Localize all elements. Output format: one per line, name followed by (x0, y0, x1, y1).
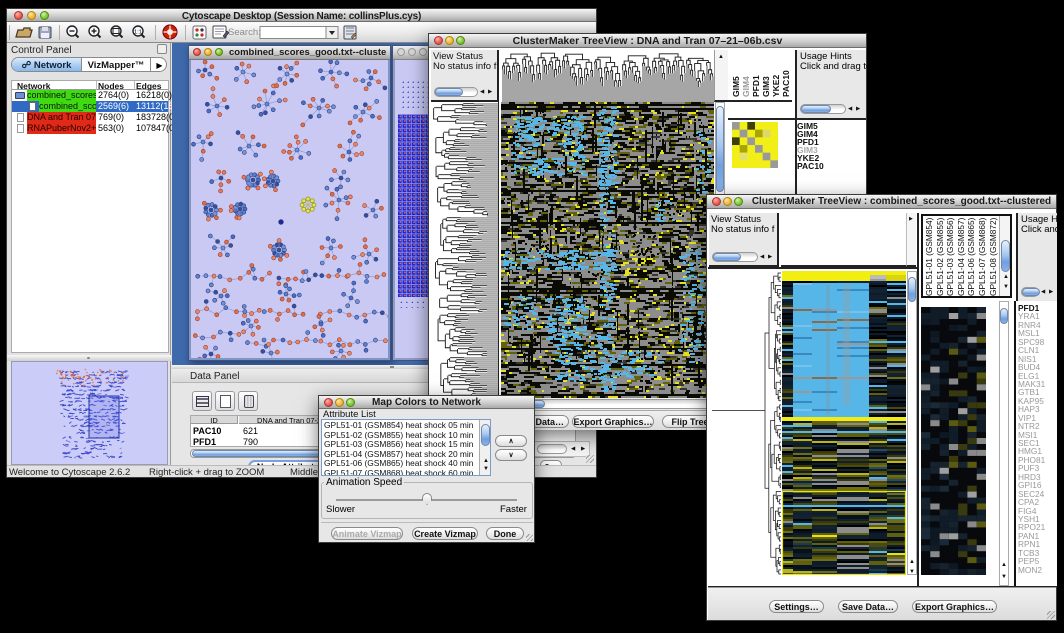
svg-text:Search:: Search: (228, 27, 261, 38)
svg-text:1:1: 1:1 (134, 30, 142, 36)
